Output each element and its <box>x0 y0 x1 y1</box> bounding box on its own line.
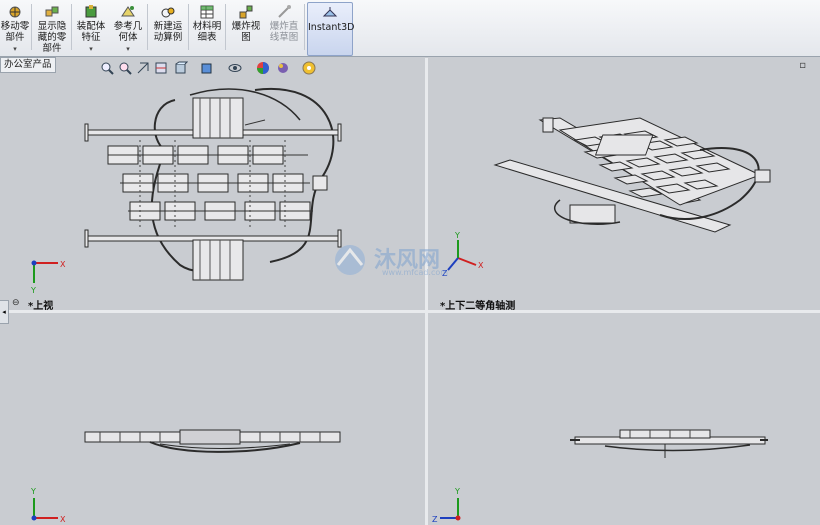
exploded-view-label: 爆炸视 图 <box>231 21 261 43</box>
feature-tree-tab[interactable]: 办公室产品 <box>0 57 56 73</box>
explode-line-sketch-icon <box>278 5 291 18</box>
move-component-button[interactable]: 移动零 部件 ▾ <box>0 2 30 54</box>
assembly-features-label: 装配体 特征 <box>76 21 106 43</box>
move-component-label: 移动零 部件 <box>0 21 30 43</box>
toolbar-divider <box>188 4 189 50</box>
command-manager-toolbar: 移动零 部件 ▾ 显示隐 藏的零 部件 装配体 特征 ▾ 参考几 何体 ▾ 新建… <box>0 0 820 57</box>
reference-geometry-icon <box>121 6 135 17</box>
view-label-top: *上视 <box>28 301 54 312</box>
explode-line-sketch-button[interactable]: 爆炸直 线草图 <box>266 2 302 54</box>
reference-geometry-button[interactable]: 参考几 何体 ▾ <box>110 2 146 54</box>
bill-of-materials-label: 材料明 细表 <box>192 21 222 43</box>
watermark-emblem-icon <box>335 245 365 275</box>
orientation-triad <box>31 260 58 283</box>
assembly-features-button[interactable]: 装配体 特征 ▾ <box>74 2 108 54</box>
triad-y-label: Y <box>454 231 460 240</box>
exploded-view-icon <box>239 5 253 19</box>
move-component-icon <box>9 6 21 18</box>
front-view-model <box>84 429 341 453</box>
triad-y-label: Y <box>454 487 460 496</box>
chevron-down-icon[interactable]: ▾ <box>0 44 30 55</box>
watermark-url: www.mfcad.com <box>382 268 449 277</box>
orientation-triad <box>31 498 58 521</box>
chevron-down-icon[interactable]: ▾ <box>110 44 146 55</box>
new-motion-study-button[interactable]: 新建运 动算例 <box>150 2 186 54</box>
show-hidden-icon <box>45 6 59 17</box>
orientation-triad <box>440 498 461 521</box>
triad-z-label: Z <box>432 515 438 524</box>
explode-line-sketch-label: 爆炸直 线草图 <box>269 21 299 43</box>
show-hidden-components-button[interactable]: 显示隐 藏的零 部件 <box>34 2 70 54</box>
triad-x-label: X <box>60 515 66 524</box>
toolbar-divider <box>225 4 226 50</box>
toolbar-divider <box>304 4 305 50</box>
toolbar-divider <box>147 4 148 50</box>
instant3d-label: Instant3D <box>308 22 355 33</box>
chevron-down-icon[interactable]: ▾ <box>74 44 108 55</box>
new-motion-study-label: 新建运 动算例 <box>153 21 183 43</box>
triad-x-label: X <box>60 260 66 269</box>
watermark-logo: 沐风网 www.mfcad.com <box>330 240 490 280</box>
show-hidden-label: 显示隐 藏的零 部件 <box>37 21 67 54</box>
instant3d-icon <box>322 7 338 17</box>
view-label-isometric: *上下二等角轴测 <box>440 301 516 312</box>
motion-study-icon <box>161 7 175 18</box>
bill-of-materials-button[interactable]: 材料明 细表 <box>191 2 223 54</box>
triad-y-label: Y <box>30 487 36 496</box>
toolbar-divider <box>31 4 32 50</box>
minimize-viewport-button[interactable]: ▫ <box>799 60 806 71</box>
bom-table-icon <box>200 5 214 19</box>
viewport-front-view[interactable]: Y X <box>0 313 425 525</box>
triad-y-label: Y <box>30 286 36 295</box>
exploded-view-button[interactable]: 爆炸视 图 <box>228 2 264 54</box>
isometric-model <box>493 117 771 233</box>
right-view-model <box>570 429 768 458</box>
reference-geometry-label: 参考几 何体 <box>113 21 143 43</box>
assembly-features-icon <box>85 5 97 18</box>
toolbar-divider <box>71 4 72 50</box>
top-view-model <box>84 87 342 281</box>
instant3d-button[interactable]: Instant3D <box>307 2 355 56</box>
viewport-right-view[interactable]: Y Z <box>428 313 820 525</box>
